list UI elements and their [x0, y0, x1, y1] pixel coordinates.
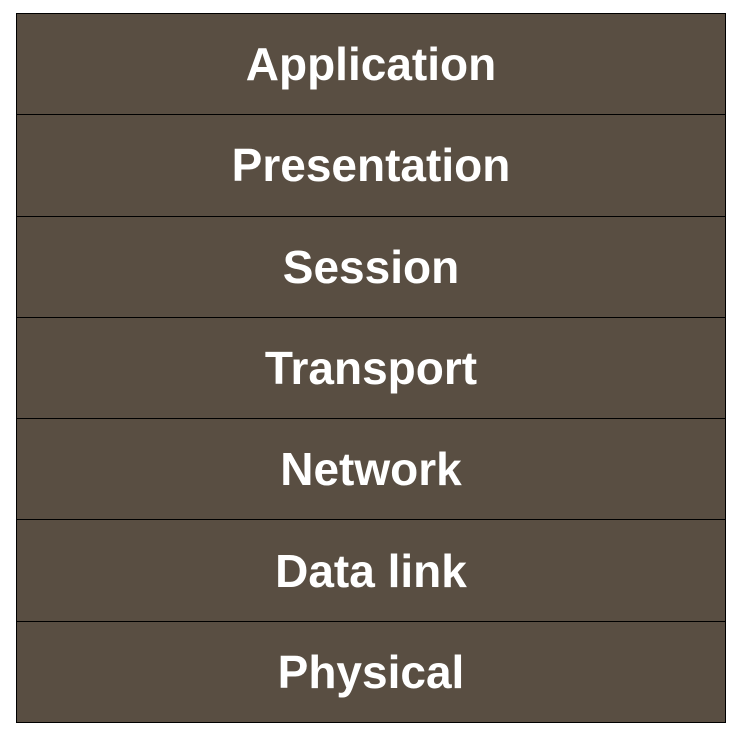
layer-transport: Transport	[17, 316, 725, 419]
layer-label: Physical	[277, 645, 465, 698]
layer-label: Application	[245, 38, 497, 91]
osi-layer-stack: Application Presentation Session Transpo…	[16, 13, 726, 723]
layer-data-link: Data link	[17, 519, 725, 621]
layer-network: Network	[17, 418, 725, 520]
layer-physical: Physical	[17, 620, 725, 722]
layer-presentation: Presentation	[17, 114, 725, 216]
layer-label: Session	[282, 240, 460, 293]
layer-label: Transport	[264, 341, 478, 394]
layer-label: Presentation	[231, 139, 511, 192]
layer-label: Data link	[275, 544, 467, 597]
layer-label: Network	[280, 443, 462, 496]
layer-session: Session	[17, 215, 725, 317]
layer-application: Application	[17, 14, 725, 115]
